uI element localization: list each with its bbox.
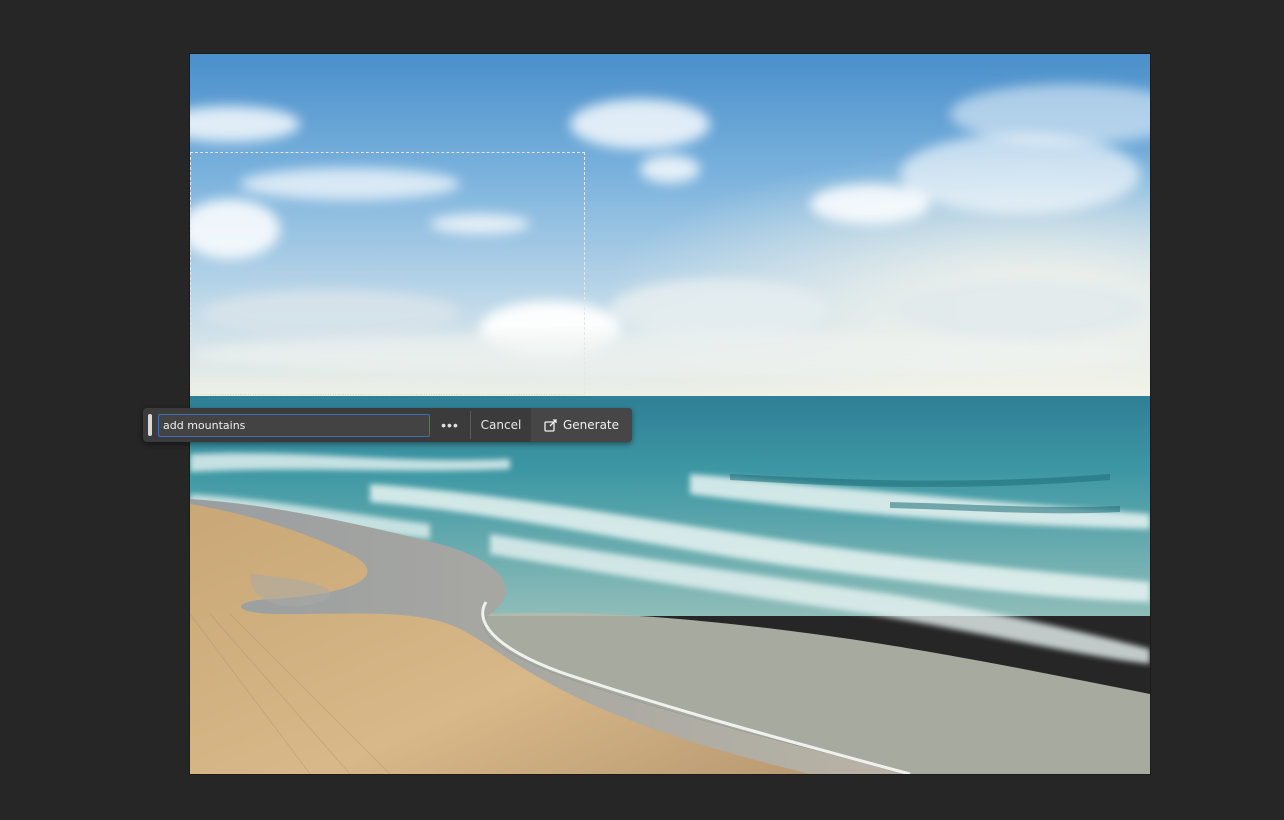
generative-fill-icon bbox=[544, 418, 557, 432]
generate-label: Generate bbox=[562, 418, 620, 432]
ellipsis-icon: ••• bbox=[441, 417, 459, 433]
cancel-button[interactable]: Cancel bbox=[471, 408, 531, 442]
prompt-input[interactable] bbox=[158, 413, 430, 437]
workspace: ••• Cancel Generate bbox=[0, 0, 1284, 820]
more-options-button[interactable]: ••• bbox=[430, 408, 470, 442]
drag-handle-icon[interactable] bbox=[148, 414, 152, 436]
generate-button[interactable]: Generate bbox=[531, 408, 632, 442]
contextual-task-bar: ••• Cancel Generate bbox=[143, 408, 632, 442]
